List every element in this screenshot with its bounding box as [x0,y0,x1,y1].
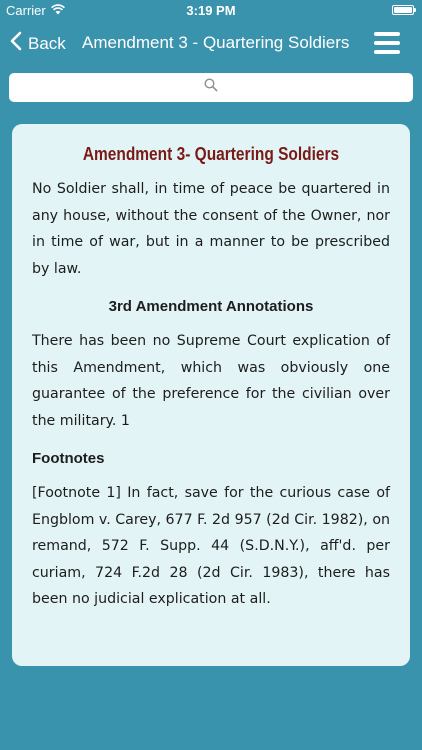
amendment-title: Amendment 3- Quartering Soldiers [82,144,340,164]
navigation-bar: Back Amendment 3 - Quartering Soldiers [0,22,422,66]
footnote-text: [Footnote 1] In fact, save for the curio… [32,485,390,607]
annotation-text: There has been no Supreme Court explicat… [32,333,390,429]
back-label: Back [28,33,66,53]
hamburger-icon-bar [374,50,400,54]
amendment-content-card: Amendment 3- Quartering Soldiers No Sold… [12,124,410,666]
hamburger-icon-bar [374,41,400,45]
status-bar: Carrier 3:19 PM [0,0,422,22]
amendment-text: No Soldier shall, in time of peace be qu… [32,181,390,277]
search-input[interactable] [9,73,413,102]
annotations-heading: 3rd Amendment Annotations [108,298,314,315]
page-title: Amendment 3 - Quartering Soldiers [82,33,350,52]
battery-level [394,7,412,13]
status-time: 3:19 PM [186,3,236,18]
hamburger-icon-bar [374,32,400,36]
back-button[interactable]: Back [10,31,66,56]
battery-icon [392,5,416,15]
menu-button[interactable] [374,32,400,54]
search-bar[interactable] [9,73,413,102]
chevron-left-icon [10,31,22,56]
footnotes-heading: Footnotes [32,450,105,467]
